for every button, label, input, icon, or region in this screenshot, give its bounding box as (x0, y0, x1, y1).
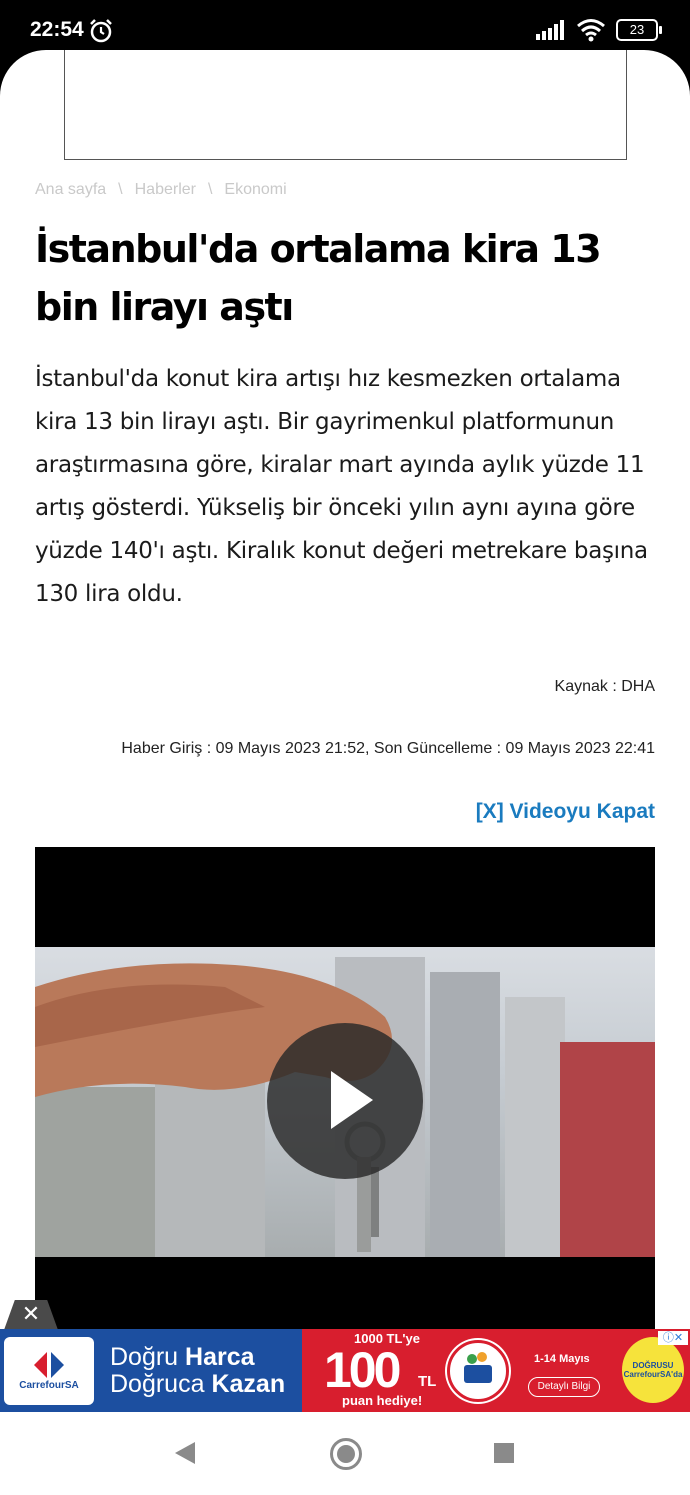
article-dates: Haber Giriş : 09 Mayıs 2023 21:52, Son G… (121, 740, 655, 757)
wifi-icon (577, 19, 605, 42)
alarm-icon (90, 19, 112, 43)
battery-icon: 23 (616, 19, 662, 41)
video-player[interactable] (35, 847, 655, 1332)
carrefour-logo: CarrefourSA (4, 1336, 94, 1405)
carrefour-brand: CarrefourSA (19, 1380, 79, 1391)
promo-unit: TL (418, 1373, 437, 1390)
breadcrumb-home-link[interactable]: Ana sayfa (35, 181, 106, 199)
carrefour-icon (34, 1352, 64, 1378)
article-title: İstanbul'da ortalama kira 13 bin lirayı … (35, 227, 602, 329)
home-icon[interactable] (330, 1438, 362, 1470)
details-button[interactable]: Detaylı Bilgi (528, 1377, 600, 1397)
breadcrumb-separator: \ (207, 181, 213, 198)
article-source: Kaynak : DHA (554, 678, 655, 695)
breadcrumb: Ana sayfa \ Haberler \ Ekonomi (35, 181, 287, 199)
signal-icon (536, 20, 564, 40)
promo-dates: 1-14 Mayıs (534, 1353, 590, 1365)
slogan-part: Doğruca (110, 1369, 212, 1398)
breadcrumb-economy-link[interactable]: Ekonomi (224, 181, 286, 199)
breadcrumb-separator: \ (118, 181, 123, 198)
ad-slogan: Doğru Harca Doğruca Kazan (110, 1342, 286, 1398)
back-icon[interactable] (175, 1442, 195, 1464)
breadcrumb-news-link[interactable]: Haberler (135, 181, 196, 199)
status-time: 22:54 (30, 18, 84, 41)
recents-icon[interactable] (494, 1443, 514, 1463)
ad-banner-right: 1000 TL'ye 100 TL puan hediye! 1-14 Mayı… (302, 1329, 690, 1412)
system-nav-bar (0, 1412, 690, 1495)
badge-subtitle: CarrefourSA'da (623, 1370, 683, 1379)
top-ad-slot[interactable] (64, 50, 627, 160)
adchoices-icon[interactable]: ⓘ✕ (658, 1331, 688, 1345)
ad-banner-left: CarrefourSA Doğru Harca Doğruca Kazan (0, 1329, 302, 1412)
slogan-part: Doğru (110, 1342, 186, 1371)
close-video-link[interactable]: [X] Videoyu Kapat (476, 800, 655, 824)
slogan-bold: Kazan (211, 1369, 286, 1398)
play-button[interactable] (267, 1023, 423, 1179)
promo-amount: 100 (324, 1342, 401, 1398)
ad-banner[interactable]: CarrefourSA Doğru Harca Doğruca Kazan 10… (0, 1329, 690, 1412)
dogrusu-badge: DOĞRUSU CarrefourSA'da (622, 1337, 684, 1403)
basket-icon (447, 1340, 509, 1402)
page-content: Ana sayfa \ Haberler \ Ekonomi İstanbul'… (0, 50, 690, 1413)
badge-title: DOĞRUSU (632, 1361, 674, 1370)
promo-gift: puan hediye! (342, 1393, 423, 1408)
status-indicators: 23 (536, 18, 662, 42)
article-summary: İstanbul'da konut kira artışı hız kesmez… (35, 366, 648, 607)
slogan-bold: Harca (185, 1342, 255, 1371)
